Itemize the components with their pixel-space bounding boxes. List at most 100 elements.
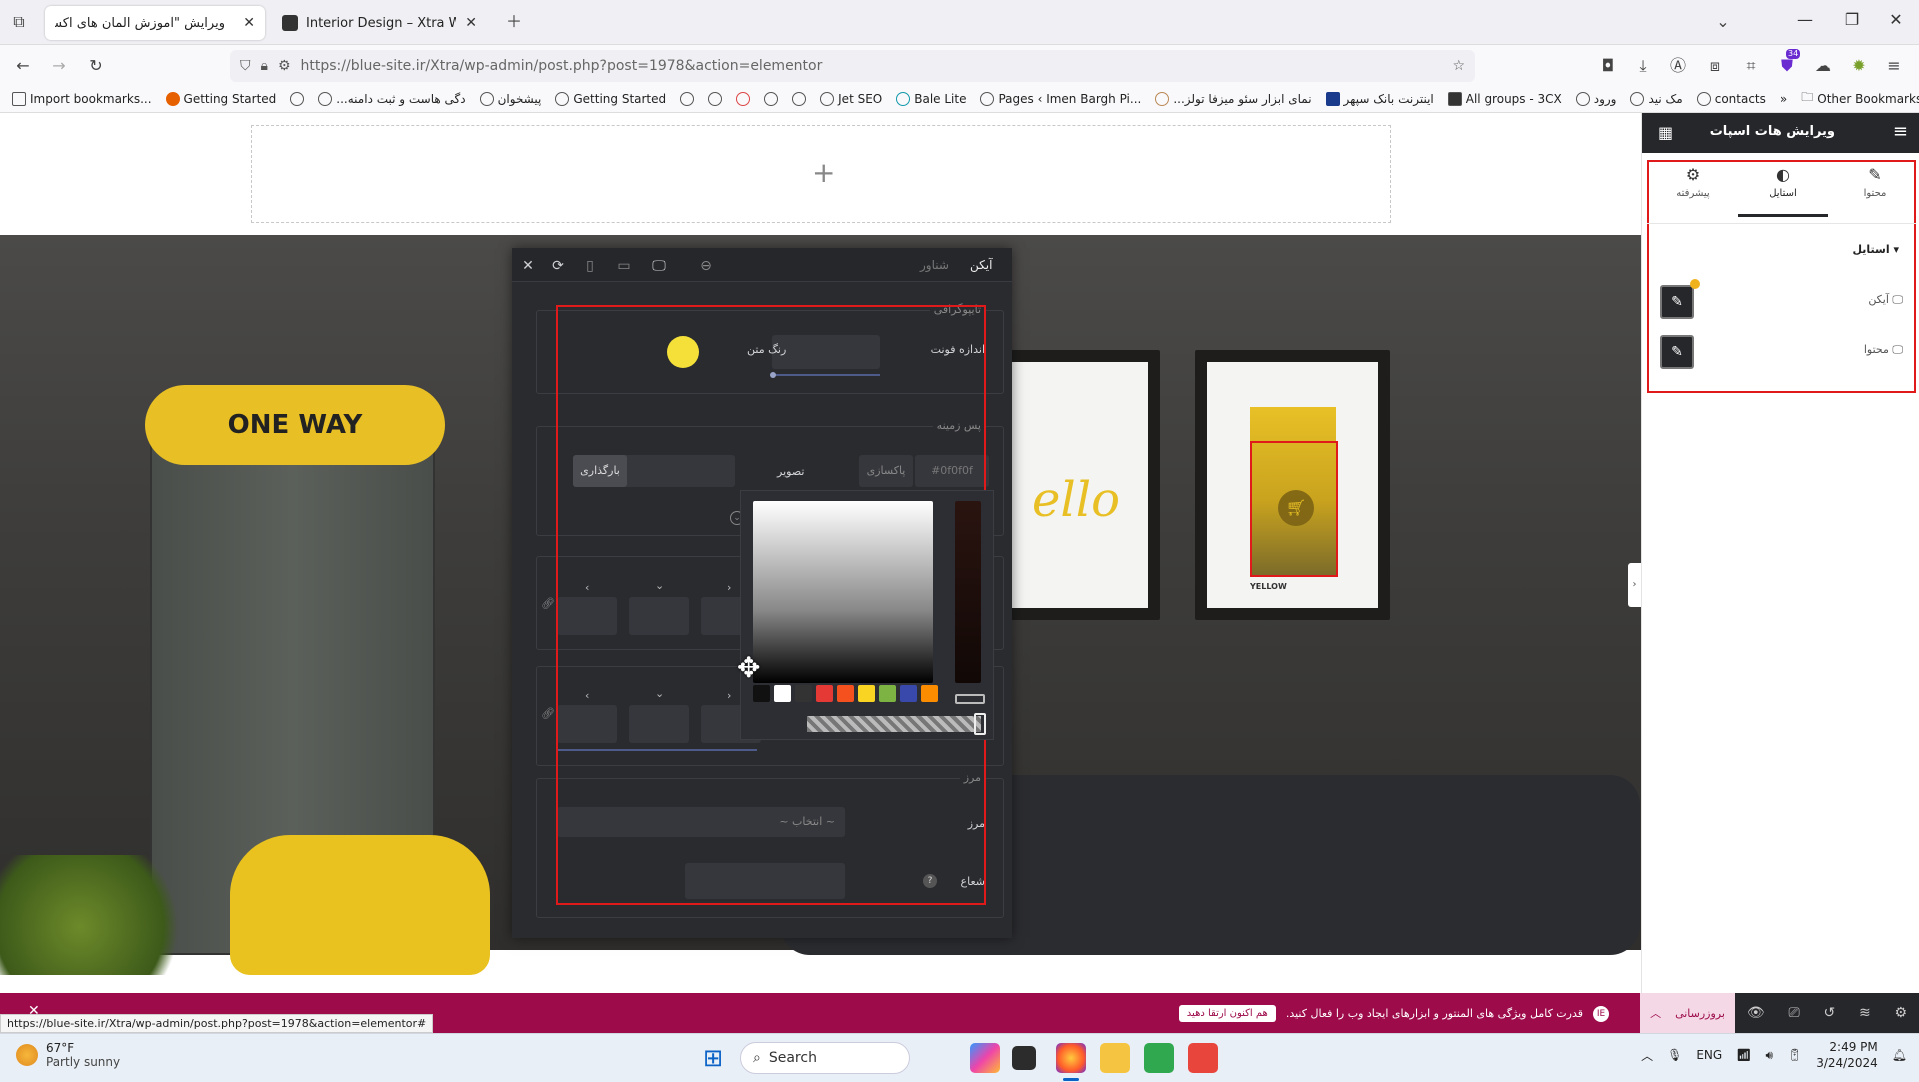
language-indicator[interactable]: ENG (1696, 1048, 1722, 1062)
add-section-area[interactable]: + (251, 125, 1391, 223)
alpha-slider[interactable] (807, 716, 981, 732)
bookmark-login[interactable]: ورود (1575, 91, 1616, 106)
reset-icon[interactable]: ⟳ (548, 256, 568, 276)
update-button[interactable]: بروزرسانی (1675, 1007, 1725, 1020)
chevron-down-icon[interactable]: ⌄ (1712, 11, 1734, 33)
tab-elementor-edit[interactable]: ویرایش "آموزش المان های اکسترا – ... ✕ (45, 6, 265, 40)
cloud-icon[interactable]: ☁ (1812, 55, 1834, 77)
star-icon[interactable]: ☆ (1452, 58, 1465, 74)
color-swatch[interactable] (795, 685, 812, 702)
bookmark-sepah-bank[interactable]: اینترنت بانک سپهر (1325, 91, 1434, 106)
bookmark-getting-started[interactable]: Getting Started (165, 91, 276, 106)
color-swatch[interactable] (753, 685, 770, 702)
color-swatch[interactable] (858, 685, 875, 702)
color-swatch[interactable] (774, 685, 791, 702)
close-window-icon[interactable]: ✕ (1876, 10, 1916, 34)
menu-icon[interactable]: ≡ (1883, 55, 1905, 77)
hue-handle[interactable] (955, 694, 985, 704)
account-icon[interactable]: Ⓐ (1667, 55, 1689, 77)
tab-icon[interactable]: آیکن (970, 258, 992, 272)
mobile-icon[interactable]: ▯ (580, 256, 600, 276)
bookmark-bale-lite[interactable]: Bale Lite (896, 91, 966, 106)
bookmark-item[interactable] (792, 91, 807, 106)
bookmark-3cx[interactable]: All groups - 3CX (1447, 91, 1562, 106)
battery-icon[interactable]: 🔋︎ (1787, 1048, 1802, 1062)
link-icon[interactable]: 🔗︎ (541, 597, 555, 610)
color-swatch[interactable] (921, 685, 938, 702)
grid-icon[interactable]: ▦ (1658, 123, 1673, 142)
camtasia-recorder-icon[interactable] (1188, 1043, 1218, 1073)
notification-icon[interactable]: 🔔︎ (1892, 1048, 1907, 1062)
color-swatch[interactable] (837, 685, 854, 702)
plus-icon[interactable]: + (812, 156, 835, 189)
chevron-up-icon[interactable]: ︿ (1641, 1047, 1653, 1064)
color-swatch[interactable] (900, 685, 917, 702)
tab-list-icon[interactable]: ⧉ (8, 11, 30, 33)
microphone-icon[interactable]: 🎙︎ (1667, 1048, 1682, 1062)
extensions-icon[interactable]: ⧈ (1704, 55, 1726, 77)
bookmark-item[interactable] (708, 91, 723, 106)
desktop-icon[interactable]: 🖵︎ (649, 256, 669, 276)
bookmark-contacts[interactable]: contacts (1696, 91, 1766, 106)
bookmark-item[interactable] (290, 91, 305, 106)
shield-extension-icon[interactable]: ⛊ 34 (1776, 49, 1801, 77)
close-tab-icon[interactable]: ✕ (465, 15, 477, 31)
url-bar[interactable]: ⛉ 🔒︎ ⚙ https://blue-site.ir/Xtra/wp-admi… (230, 50, 1475, 82)
start-icon[interactable]: ⊞ (703, 1044, 723, 1072)
other-bookmarks[interactable]: 🗀 Other Bookmarks (1801, 88, 1919, 109)
volume-icon[interactable]: 🔊︎ (1765, 1048, 1773, 1063)
alpha-handle[interactable] (974, 713, 986, 735)
edit-icon-style-button[interactable]: ✎ (1660, 285, 1694, 319)
bookmark-seo-tools[interactable]: ...نمای ابزار سئو میزفا تولز (1155, 91, 1312, 106)
color-swatch[interactable] (879, 685, 896, 702)
minimize-icon[interactable]: — (1785, 10, 1825, 34)
crop-icon[interactable]: ⌗ (1740, 55, 1762, 77)
bookmark-jet-seo[interactable]: Jet SEO (820, 91, 882, 106)
file-explorer-icon[interactable] (1100, 1043, 1130, 1073)
more-bookmarks-icon[interactable]: » (1780, 92, 1787, 106)
pocket-icon[interactable]: ◘ (1597, 55, 1619, 77)
layers-icon[interactable]: ≋ (1859, 1005, 1871, 1021)
camtasia-icon[interactable] (1144, 1043, 1174, 1073)
collapse-panel-icon[interactable]: › (1628, 563, 1641, 607)
bookmark-gmail[interactable] (736, 91, 751, 106)
hue-slider[interactable] (955, 501, 981, 683)
bookmark-hosting[interactable]: ...دگی هاست و ثبت دامنه (318, 91, 466, 106)
bookmark-getting-started-2[interactable]: Getting Started (555, 91, 666, 106)
weather-widget[interactable]: 67°F Partly sunny (16, 1041, 120, 1069)
download-icon[interactable]: ⤓ (1632, 55, 1654, 77)
bookmark-mac[interactable]: مک نید (1630, 91, 1683, 106)
edit-content-style-button[interactable]: ✎ (1660, 335, 1694, 369)
color-swatch[interactable] (816, 685, 833, 702)
forward-icon[interactable]: → (48, 55, 70, 77)
chevron-up-icon[interactable]: ︿ (1650, 1005, 1661, 1021)
bookmark-pages[interactable]: Pages ‹ Imen Bargh Pi... (980, 91, 1141, 106)
cart-icon[interactable]: 🛒︎ (1278, 490, 1314, 526)
firefox-icon[interactable] (1056, 1043, 1086, 1073)
tab-advanced[interactable]: ⚙ پیشرفته (1648, 165, 1738, 217)
new-tab-icon[interactable]: ＋ (503, 11, 525, 33)
bookmark-import[interactable]: Import bookmarks... (12, 91, 152, 106)
task-view-icon[interactable] (1012, 1046, 1036, 1070)
eye-icon[interactable]: 👁︎ (1747, 1005, 1765, 1021)
toggle-icon[interactable]: ⊖ (696, 256, 716, 276)
gear-icon[interactable]: ⚙ (1895, 1005, 1908, 1021)
history-icon[interactable]: ↺ (1823, 1005, 1835, 1021)
bookmark-dashboard[interactable]: پیشخوان (479, 91, 541, 106)
taskbar-search[interactable]: ⌕ Search (740, 1042, 910, 1074)
style-section-toggle[interactable]: استایل ▾ (1852, 243, 1899, 256)
url-text[interactable]: https://blue-site.ir/Xtra/wp-admin/post.… (301, 58, 823, 74)
settings-extension-icon[interactable]: ✹ (1848, 55, 1870, 77)
close-tab-icon[interactable]: ✕ (243, 15, 255, 31)
responsive-icon[interactable]: ⎚ (1788, 1005, 1799, 1021)
upgrade-button[interactable]: هم اکنون ارتقا دهید (1178, 1005, 1276, 1022)
tab-hover[interactable]: شناور (920, 258, 949, 272)
restore-icon[interactable]: ❐ (1832, 10, 1872, 34)
hamburger-icon[interactable]: ≡ (1893, 121, 1908, 142)
back-icon[interactable]: ← (12, 55, 34, 77)
bookmark-item[interactable] (764, 91, 779, 106)
copilot-icon[interactable] (970, 1043, 1000, 1073)
tablet-icon[interactable]: ▭ (614, 256, 634, 276)
tab-interior-design[interactable]: Interior Design – Xtra WordPress ✕ (272, 6, 487, 40)
close-icon[interactable]: ✕ (518, 256, 538, 276)
